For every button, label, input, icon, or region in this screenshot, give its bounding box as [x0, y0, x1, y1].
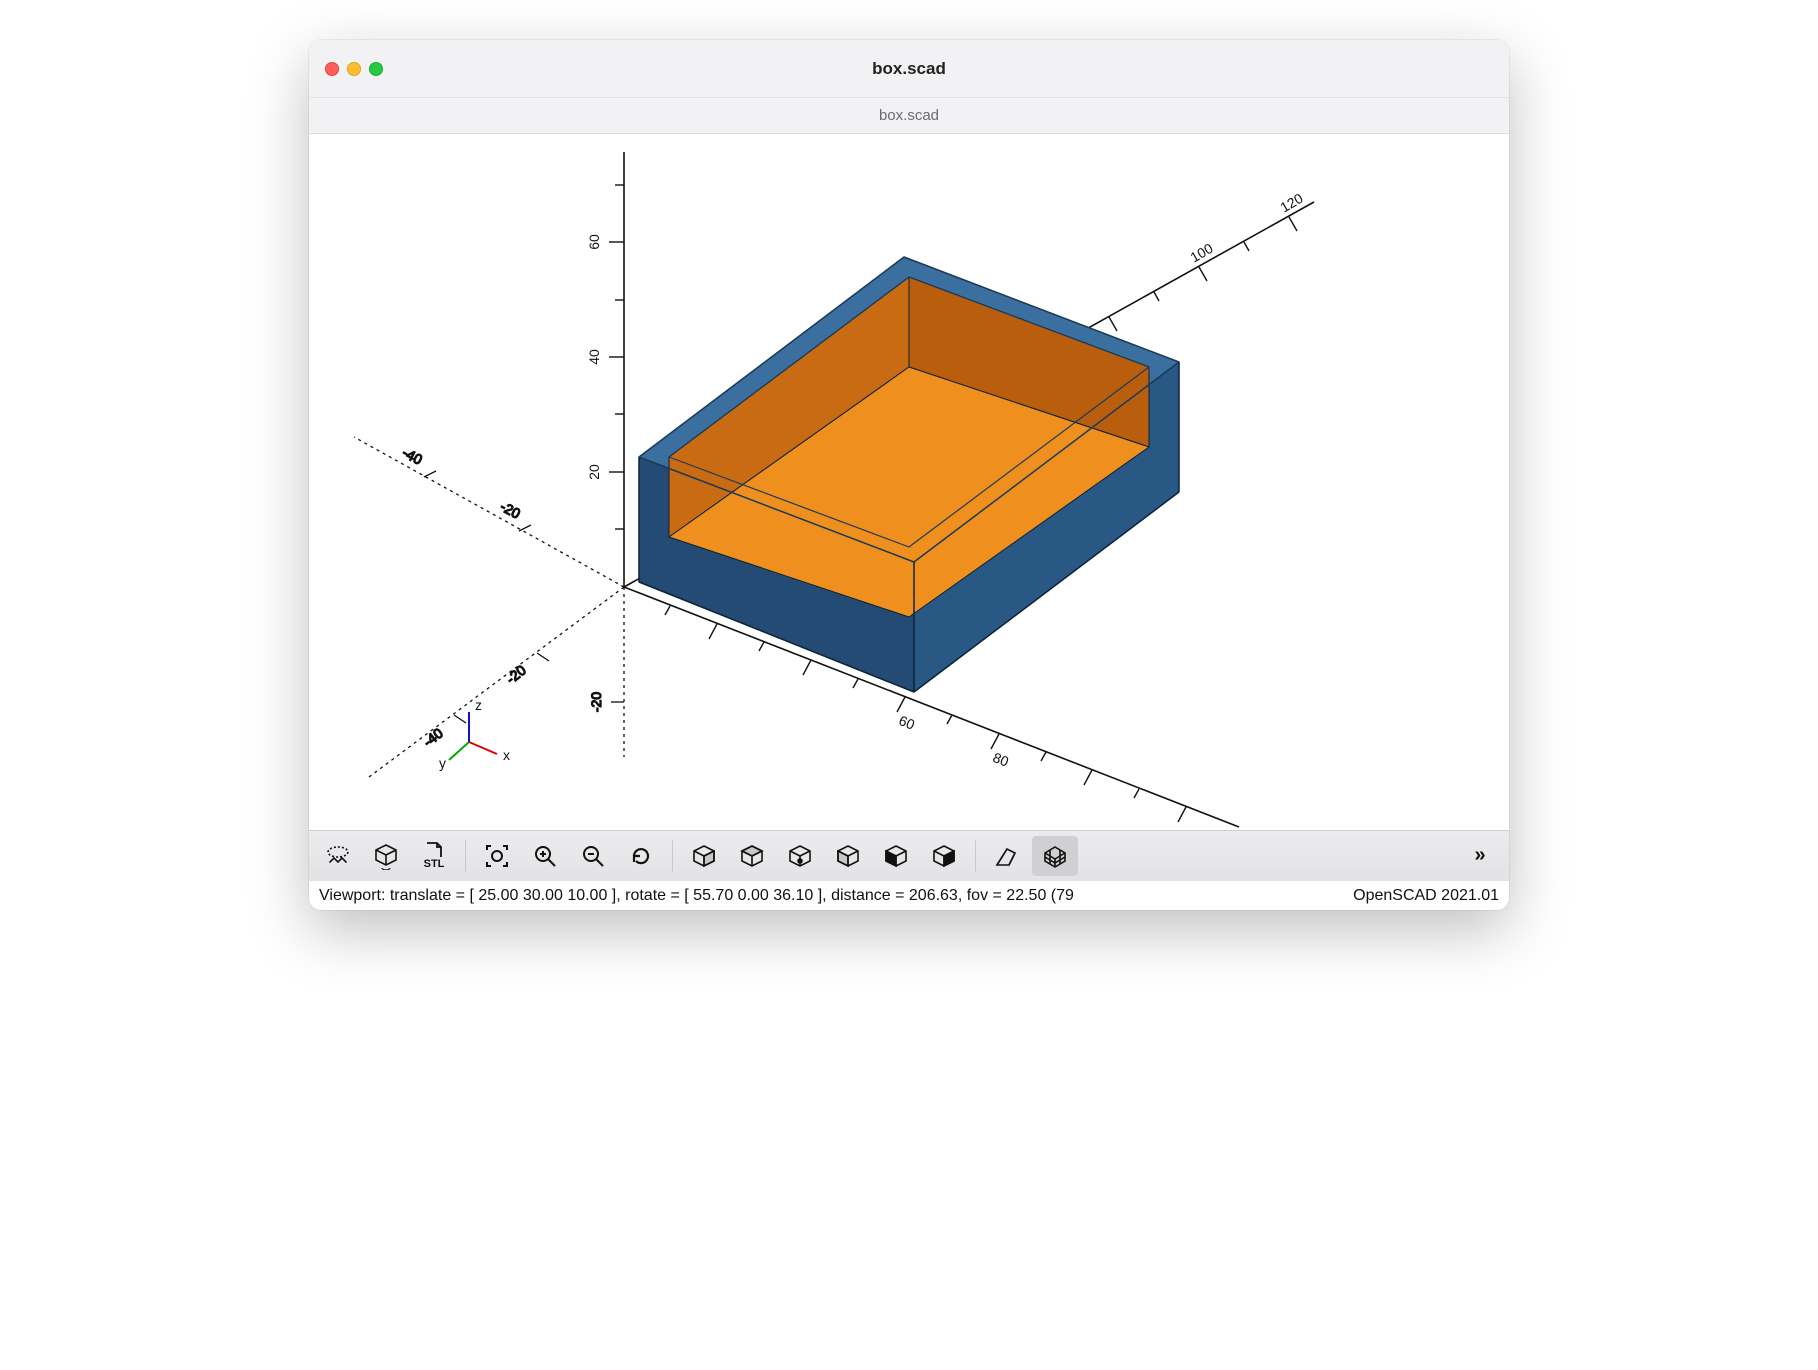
view-toolbar: STL	[309, 830, 1509, 880]
x-pos-labels: 60 80	[897, 712, 1012, 770]
view-bottom-icon[interactable]	[777, 836, 823, 876]
perspective-icon[interactable]	[984, 836, 1030, 876]
viewport-3d[interactable]: 20 40 60 -20 -40	[309, 134, 1509, 830]
y-neg-ticks: -20 -40	[420, 653, 549, 750]
tab-filename[interactable]: box.scad	[879, 107, 939, 124]
z-axis-ticks: 20 40 60	[586, 185, 624, 529]
y-tick-100: 100	[1187, 240, 1215, 266]
status-bar: Viewport: translate = [ 25.00 30.00 10.0…	[309, 880, 1509, 910]
zoom-in-icon[interactable]	[522, 836, 568, 876]
export-stl-icon[interactable]: STL	[411, 836, 457, 876]
toolbar-separator	[465, 840, 466, 872]
zoom-out-icon[interactable]	[570, 836, 616, 876]
yneg-40: -40	[420, 725, 446, 750]
toolbar-overflow-icon[interactable]: »	[1457, 836, 1503, 876]
close-window-button[interactable]	[325, 62, 339, 76]
window-title: box.scad	[309, 59, 1509, 79]
axis-negative	[354, 437, 624, 777]
viewport-status-text: Viewport: translate = [ 25.00 30.00 10.0…	[319, 887, 1074, 905]
maximize-window-button[interactable]	[369, 62, 383, 76]
x-tick-80: 80	[991, 749, 1012, 770]
axis-legend: x y z	[439, 697, 510, 771]
app-version-text: OpenSCAD 2021.01	[1353, 887, 1499, 905]
preview-icon[interactable]	[315, 836, 361, 876]
orthographic-icon[interactable]	[1032, 836, 1078, 876]
z-neg-ticks: -20	[588, 692, 624, 712]
render-icon[interactable]	[363, 836, 409, 876]
window-controls	[325, 62, 383, 76]
legend-z: z	[475, 697, 482, 713]
titlebar: box.scad	[309, 40, 1509, 98]
view-back-icon[interactable]	[921, 836, 967, 876]
zneg-20: -20	[588, 692, 604, 712]
toolbar-separator	[672, 840, 673, 872]
view-top-icon[interactable]	[729, 836, 775, 876]
reset-view-icon[interactable]	[618, 836, 664, 876]
xneg-20: -20	[498, 498, 524, 522]
app-window: box.scad box.scad	[309, 40, 1509, 910]
x-neg-ticks: -20 -40	[400, 444, 531, 531]
view-right-icon[interactable]	[681, 836, 727, 876]
toolbar-separator	[975, 840, 976, 872]
tab-bar: box.scad	[309, 98, 1509, 134]
view-left-icon[interactable]	[825, 836, 871, 876]
viewport-canvas: 20 40 60 -20 -40	[309, 134, 1509, 830]
x-tick-60: 60	[897, 712, 918, 733]
legend-x: x	[503, 747, 510, 763]
overflow-chevrons: »	[1474, 844, 1485, 867]
yneg-20: -20	[503, 662, 529, 687]
view-all-icon[interactable]	[474, 836, 520, 876]
view-front-icon[interactable]	[873, 836, 919, 876]
y-pos-labels: 100 120	[1187, 190, 1305, 266]
z-tick-20: 20	[586, 464, 602, 480]
minimize-window-button[interactable]	[347, 62, 361, 76]
z-tick-60: 60	[586, 234, 602, 250]
y-tick-120: 120	[1277, 190, 1305, 216]
z-tick-40: 40	[586, 349, 602, 365]
stl-label: STL	[424, 859, 445, 870]
legend-y: y	[439, 755, 446, 771]
